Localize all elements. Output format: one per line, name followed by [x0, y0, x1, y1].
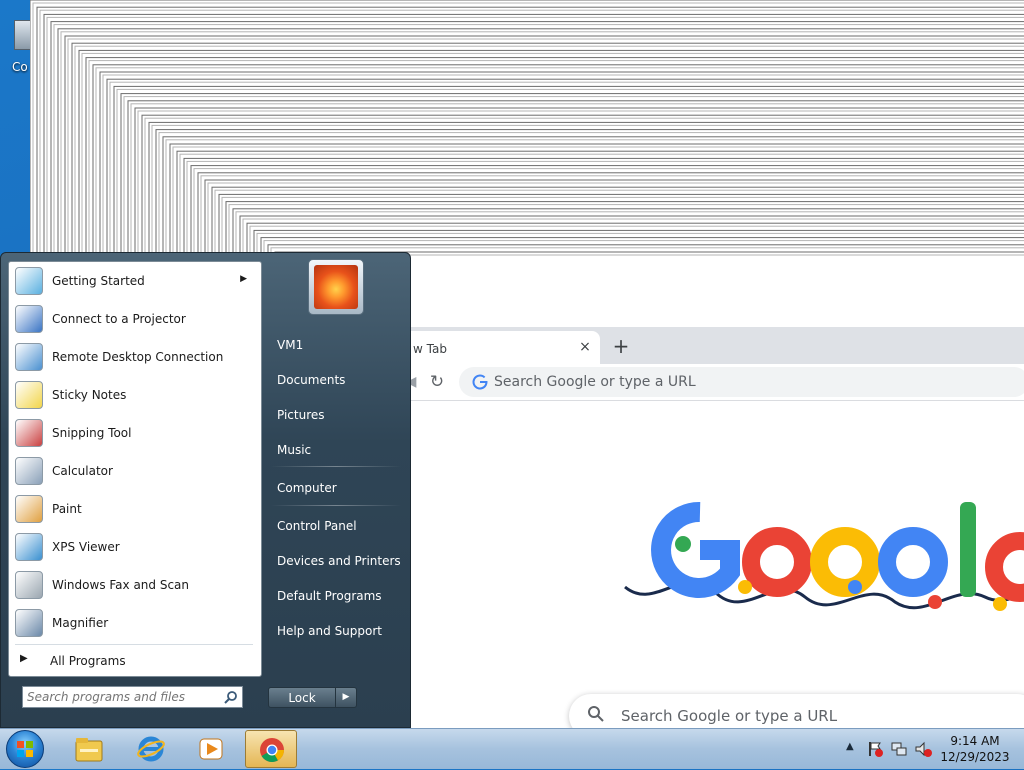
start-program-item[interactable]: Paint — [9, 490, 259, 528]
right-item-label: VM1 — [277, 338, 304, 352]
programs-pane: Getting Started ▶ Connect to a Projector Re… — [8, 261, 262, 677]
chrome-window: w Tab × + ◀ ↻ Search Google or type a UR… — [395, 327, 1024, 728]
address-bar-placeholder: Search Google or type a URL — [494, 374, 696, 390]
right-item-label: Pictures — [277, 408, 325, 422]
start-right-item[interactable]: Documents — [267, 367, 405, 393]
ntp-search-placeholder: Search Google or type a URL — [621, 707, 838, 725]
calculator-icon — [15, 457, 43, 485]
google-doodle-logo[interactable] — [605, 492, 1024, 642]
program-label: XPS Viewer — [52, 540, 120, 554]
volume-muted-icon[interactable] — [914, 740, 932, 758]
address-bar[interactable]: Search Google or type a URL — [459, 367, 1024, 397]
start-right-item[interactable]: Help and Support — [267, 618, 405, 644]
program-label: Calculator — [52, 464, 113, 478]
xps-viewer-icon — [15, 533, 43, 561]
start-program-item[interactable]: Magnifier — [9, 604, 259, 642]
desktop-icon-label: Co — [12, 60, 28, 74]
start-program-item[interactable]: Getting Started ▶ — [9, 262, 259, 300]
start-right-item[interactable]: Pictures — [267, 402, 405, 428]
program-label: Snipping Tool — [52, 426, 132, 440]
program-label: Magnifier — [52, 616, 109, 630]
snipping-tool-icon — [15, 419, 43, 447]
program-label: Sticky Notes — [52, 388, 127, 402]
all-programs-label: All Programs — [50, 654, 126, 668]
start-right-item[interactable]: Control Panel — [267, 513, 405, 539]
start-right-item[interactable]: Devices and Printers — [267, 548, 405, 574]
clock-date: 12/29/2023 — [940, 750, 1010, 764]
right-item-label: Control Panel — [277, 519, 357, 533]
program-label: Windows Fax and Scan — [52, 578, 190, 592]
media-player-icon — [199, 738, 223, 760]
start-program-item[interactable]: Windows Fax and Scan — [9, 566, 259, 604]
all-programs-arrow-icon: ▶ — [20, 653, 28, 664]
flower-avatar-icon — [314, 265, 358, 309]
clock-time: 9:14 AM — [950, 734, 1000, 748]
start-program-item[interactable]: XPS Viewer — [9, 528, 259, 566]
right-item-label: Default Programs — [277, 589, 382, 603]
start-menu: Getting Started ▶ Connect to a Projector Re… — [0, 252, 411, 728]
start-right-item[interactable]: Default Programs — [267, 583, 405, 609]
start-program-item[interactable]: Remote Desktop Connection — [9, 338, 259, 376]
start-program-item[interactable]: Sticky Notes — [9, 376, 259, 414]
right-item-label: Music — [277, 443, 312, 457]
taskbar-media-player-button[interactable] — [185, 730, 237, 768]
taskbar-chrome-button[interactable] — [245, 730, 297, 768]
start-right-item[interactable]: VM1 — [267, 332, 405, 358]
fax-scan-icon — [15, 571, 43, 599]
taskbar-ie-button[interactable] — [125, 730, 177, 768]
system-tray: ▲ 9:14 AM 12/29/2023 — [840, 729, 1024, 769]
right-item-label: Documents — [277, 373, 346, 387]
start-search-box[interactable] — [22, 686, 243, 708]
search-icon[interactable] — [224, 690, 238, 704]
start-program-item[interactable]: Connect to a Projector — [9, 300, 259, 338]
lock-button[interactable]: Lock — [268, 687, 336, 708]
folder-icon — [75, 738, 103, 762]
tab-new-tab[interactable]: w Tab × — [395, 331, 600, 364]
program-label: Remote Desktop Connection — [52, 350, 224, 364]
program-label: Connect to a Projector — [52, 312, 186, 326]
new-tab-button[interactable]: + — [611, 336, 631, 356]
start-program-item[interactable]: Snipping Tool — [9, 414, 259, 452]
internet-explorer-icon — [137, 736, 165, 762]
start-program-item[interactable]: Calculator — [9, 452, 259, 490]
tab-strip: w Tab × + — [395, 327, 1024, 364]
start-right-item[interactable]: Computer — [267, 475, 405, 501]
tab-title: w Tab — [413, 342, 447, 356]
projector-icon — [15, 305, 43, 333]
start-right-item[interactable]: Music — [267, 437, 405, 463]
right-item-label: Help and Support — [277, 624, 382, 638]
magnifier-icon — [15, 609, 43, 637]
right-item-label: Devices and Printers — [277, 554, 401, 568]
network-icon[interactable] — [890, 740, 908, 758]
taskbar: ▲ 9:14 AM 12/29/2023 — [0, 728, 1024, 769]
user-account-picture[interactable] — [308, 259, 364, 315]
google-g-icon — [472, 374, 488, 390]
system-clock[interactable]: 9:14 AM 12/29/2023 — [936, 733, 1014, 765]
sticky-notes-icon — [15, 381, 43, 409]
getting-started-icon — [15, 267, 43, 295]
all-programs-button[interactable]: ▶ All Programs — [9, 648, 259, 674]
lock-label: Lock — [288, 691, 316, 705]
submenu-arrow-icon: ▶ — [240, 274, 247, 284]
start-button-windows-icon[interactable] — [6, 730, 44, 768]
start-search-input[interactable] — [27, 689, 217, 705]
right-separator — [271, 466, 401, 467]
ntp-search-box[interactable]: Search Google or type a URL — [569, 694, 1024, 728]
shutdown-options-arrow-icon[interactable]: ▶ — [335, 687, 357, 708]
action-center-flag-icon[interactable] — [866, 740, 884, 758]
right-separator — [271, 505, 401, 506]
right-item-label: Computer — [277, 481, 337, 495]
tab-close-icon[interactable]: × — [577, 339, 593, 355]
browser-toolbar: ◀ ↻ Search Google or type a URL — [395, 364, 1024, 401]
paint-icon — [15, 495, 43, 523]
search-icon — [588, 706, 604, 722]
chrome-icon — [260, 738, 284, 763]
program-label: Getting Started — [52, 274, 145, 288]
taskbar-explorer-button[interactable] — [63, 730, 115, 768]
remote-desktop-icon — [15, 343, 43, 371]
program-label: Paint — [52, 502, 82, 516]
programs-separator — [15, 644, 253, 645]
show-hidden-icons-icon[interactable]: ▲ — [846, 741, 854, 752]
reload-icon[interactable]: ↻ — [427, 372, 447, 392]
